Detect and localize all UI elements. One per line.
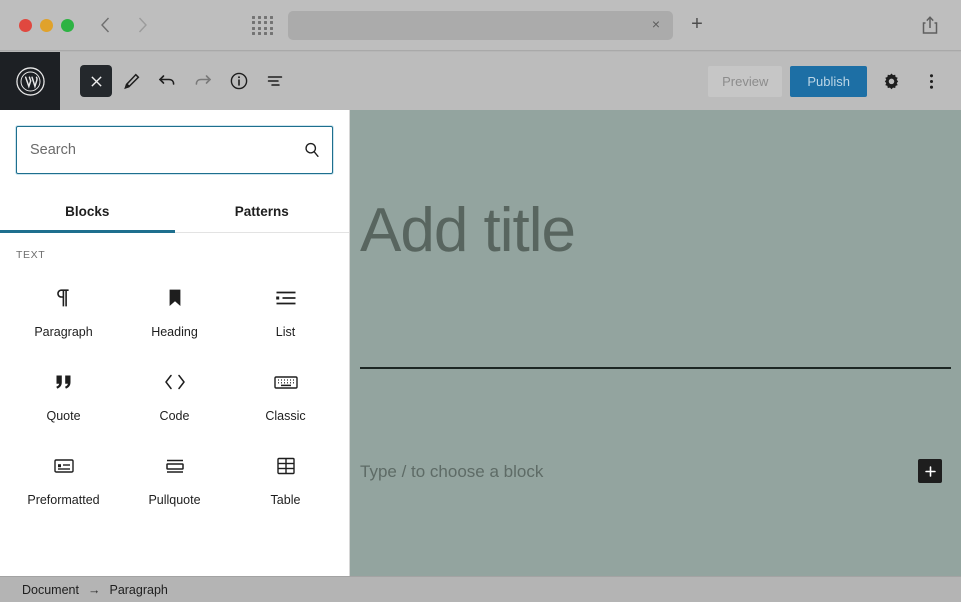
editor-header-actions: Preview Publish xyxy=(708,65,961,97)
breadcrumb-separator-icon: → xyxy=(88,583,101,597)
title-divider xyxy=(360,367,951,369)
share-icon[interactable] xyxy=(917,12,943,38)
browser-tab-strip: × xyxy=(288,11,673,40)
window-traffic-lights xyxy=(19,19,74,32)
post-title-placeholder[interactable]: Add title xyxy=(360,195,575,266)
redo-icon[interactable] xyxy=(186,64,220,98)
search-container xyxy=(0,110,349,190)
block-item-classic[interactable]: Classic xyxy=(230,351,341,435)
status-bar: Document → Paragraph xyxy=(0,576,961,602)
pullquote-icon xyxy=(163,451,187,481)
block-label: Code xyxy=(160,409,190,423)
editor-canvas[interactable]: Add title Type / to choose a block xyxy=(350,110,961,576)
list-icon xyxy=(274,283,298,313)
forward-chevron-icon[interactable] xyxy=(129,12,155,38)
block-item-pullquote[interactable]: Pullquote xyxy=(119,435,230,519)
grid-apps-icon[interactable] xyxy=(252,16,274,36)
info-icon[interactable] xyxy=(222,64,256,98)
block-item-quote[interactable]: Quote xyxy=(8,351,119,435)
block-category-label: TEXT xyxy=(0,233,349,267)
gear-icon[interactable] xyxy=(875,65,907,97)
quote-icon xyxy=(52,367,76,397)
block-inserter-panel: Blocks Patterns TEXT Paragraph He xyxy=(0,110,350,576)
block-item-preformatted[interactable]: Preformatted xyxy=(8,435,119,519)
browser-tab[interactable]: × xyxy=(288,11,673,40)
new-tab-icon[interactable]: + xyxy=(686,13,708,35)
block-label: Heading xyxy=(151,325,198,339)
browser-toolbar: × + xyxy=(0,0,961,51)
editor-header: Preview Publish xyxy=(0,52,961,110)
block-item-table[interactable]: Table xyxy=(230,435,341,519)
search-box[interactable] xyxy=(16,126,333,174)
paragraph-icon xyxy=(53,283,75,313)
back-chevron-icon[interactable] xyxy=(92,12,118,38)
inserter-tabs: Blocks Patterns xyxy=(0,190,349,233)
tab-blocks[interactable]: Blocks xyxy=(0,190,175,232)
editor-header-tools xyxy=(60,64,292,98)
block-item-paragraph[interactable]: Paragraph xyxy=(8,267,119,351)
block-label: Quote xyxy=(46,409,80,423)
tab-close-icon[interactable]: × xyxy=(647,15,665,33)
publish-button[interactable]: Publish xyxy=(790,66,867,97)
window-minimize-button[interactable] xyxy=(40,19,53,32)
list-view-icon[interactable] xyxy=(258,64,292,98)
block-label: Pullquote xyxy=(148,493,200,507)
add-block-button[interactable] xyxy=(918,459,942,483)
breadcrumb-paragraph[interactable]: Paragraph xyxy=(109,583,167,597)
preformatted-icon xyxy=(52,451,76,481)
window-close-button[interactable] xyxy=(19,19,32,32)
block-label: List xyxy=(276,325,295,339)
block-item-list[interactable]: List xyxy=(230,267,341,351)
undo-icon[interactable] xyxy=(150,64,184,98)
heading-bookmark-icon xyxy=(164,283,186,313)
search-icon xyxy=(303,141,321,159)
browser-navigation xyxy=(92,12,155,38)
tab-patterns[interactable]: Patterns xyxy=(175,190,350,232)
block-label: Table xyxy=(271,493,301,507)
keyboard-icon xyxy=(273,367,299,397)
more-vertical-icon[interactable] xyxy=(915,65,947,97)
block-grid: Paragraph Heading xyxy=(0,267,349,519)
app-root: × + xyxy=(0,0,961,602)
close-inserter-button[interactable] xyxy=(80,65,112,97)
block-label: Preformatted xyxy=(27,493,99,507)
block-item-code[interactable]: Code xyxy=(119,351,230,435)
table-icon xyxy=(275,451,297,481)
code-brackets-icon xyxy=(162,367,188,397)
pencil-icon[interactable] xyxy=(114,64,148,98)
block-label: Classic xyxy=(265,409,305,423)
breadcrumb-document[interactable]: Document xyxy=(22,583,79,597)
block-placeholder-text[interactable]: Type / to choose a block xyxy=(360,462,543,482)
search-input[interactable] xyxy=(17,127,332,173)
window-maximize-button[interactable] xyxy=(61,19,74,32)
block-item-heading[interactable]: Heading xyxy=(119,267,230,351)
block-label: Paragraph xyxy=(34,325,92,339)
wordpress-logo[interactable] xyxy=(0,52,60,110)
preview-button[interactable]: Preview xyxy=(708,66,782,97)
